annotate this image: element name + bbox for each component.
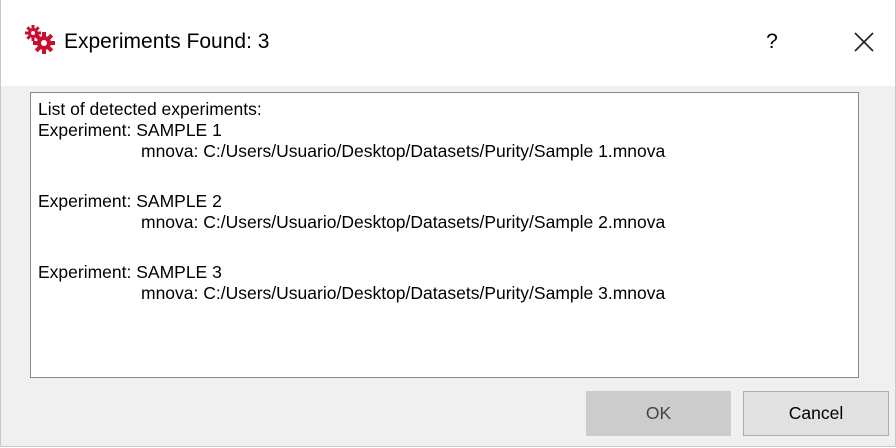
list-header: List of detected experiments: <box>38 99 262 119</box>
dialog-title: Experiments Found: 3 <box>64 30 270 53</box>
title-bar[interactable]: Experiments Found: 3 ? <box>1 0 895 86</box>
gears-icon <box>23 24 57 54</box>
experiment-path: mnova: C:/Users/Usuario/Desktop/Datasets… <box>141 283 666 303</box>
help-button[interactable]: ? <box>747 22 797 62</box>
experiment-label: Experiment: SAMPLE 3 <box>38 262 222 282</box>
experiment-label: Experiment: SAMPLE 2 <box>38 191 222 211</box>
close-icon <box>854 32 874 52</box>
experiment-path: mnova: C:/Users/Usuario/Desktop/Datasets… <box>141 141 666 161</box>
experiments-found-dialog: Experiments Found: 3 ? List of detected … <box>0 0 896 447</box>
ok-button[interactable]: OK <box>586 391 731 436</box>
experiment-path: mnova: C:/Users/Usuario/Desktop/Datasets… <box>141 212 666 232</box>
cancel-button[interactable]: Cancel <box>743 391 889 436</box>
close-button[interactable] <box>839 22 889 62</box>
experiments-text-area[interactable]: List of detected experiments: Experiment… <box>30 92 859 378</box>
experiment-label: Experiment: SAMPLE 1 <box>38 120 222 140</box>
